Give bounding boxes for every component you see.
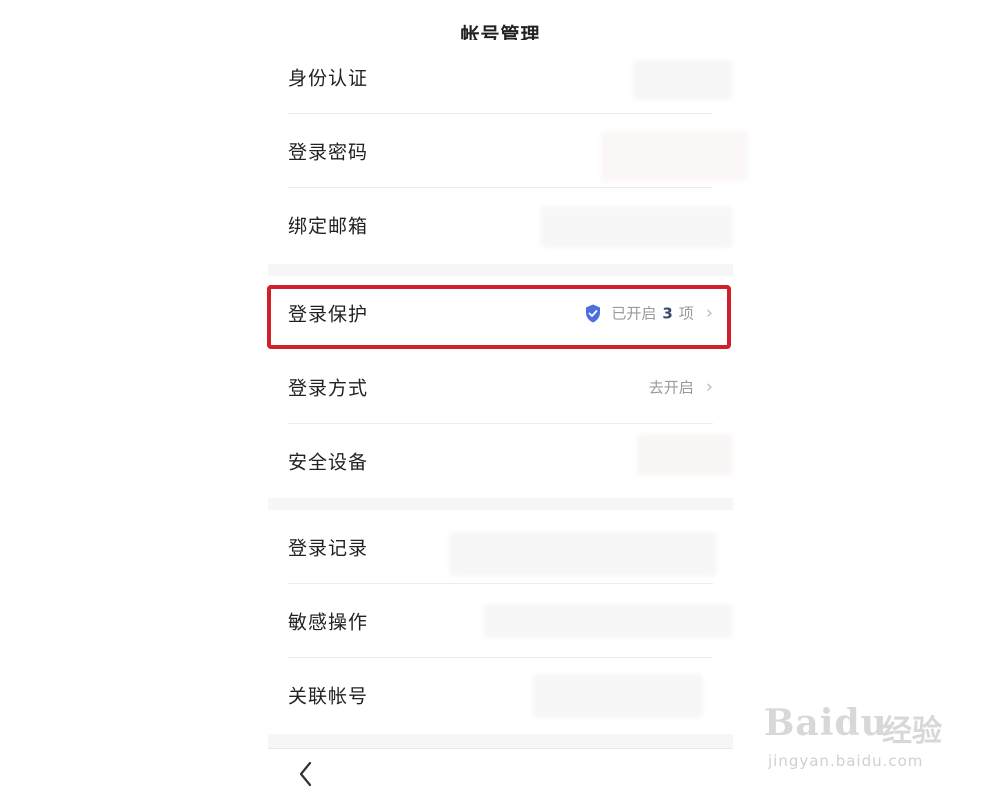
row-label: 登录记录	[288, 537, 369, 560]
row-sensitive-operations[interactable]: 敏感操作	[268, 584, 733, 658]
row-identity-verification[interactable]: 身份认证	[268, 40, 733, 114]
watermark-cn: 经验	[882, 714, 942, 749]
highlight-frame	[267, 285, 731, 349]
row-label: 安全设备	[288, 451, 369, 474]
login-method-status: 去开启 ›	[649, 377, 713, 398]
chevron-right-icon: ›	[705, 376, 713, 397]
redacted-value	[633, 60, 733, 100]
section-gap	[268, 734, 733, 748]
watermark-brand: Baidu	[764, 702, 888, 744]
row-login-password[interactable]: 登录密码	[268, 114, 747, 188]
row-label: 身份认证	[288, 67, 369, 90]
row-login-records[interactable]: 登录记录	[268, 510, 733, 584]
chevron-left-icon[interactable]	[294, 759, 318, 789]
watermark-url: jingyan.baidu.com	[768, 752, 924, 770]
row-login-method[interactable]: 登录方式 去开启 ›	[268, 350, 733, 424]
redacted-value	[533, 674, 703, 718]
bottom-nav-bar	[268, 748, 733, 801]
row-label: 登录密码	[288, 141, 369, 164]
settings-group-basic: 身份认证 登录密码 绑定邮箱	[268, 40, 747, 264]
section-gap	[268, 498, 733, 510]
status-text: 去开启	[648, 378, 694, 397]
redacted-value	[637, 434, 733, 476]
row-label: 登录方式	[288, 377, 369, 400]
row-label: 关联帐号	[288, 685, 369, 708]
row-label: 绑定邮箱	[288, 215, 369, 238]
row-security-device[interactable]: 安全设备	[268, 424, 733, 498]
row-bind-email[interactable]: 绑定邮箱	[268, 188, 733, 262]
baidu-jingyan-watermark: Baidu 经验 jingyan.baidu.com	[764, 690, 964, 780]
redacted-value	[541, 206, 733, 248]
redacted-value	[483, 604, 733, 638]
row-label: 敏感操作	[288, 611, 369, 634]
redacted-value	[601, 130, 747, 182]
settings-group-records: 登录记录 敏感操作 关联帐号	[268, 510, 733, 734]
section-gap	[268, 264, 733, 276]
row-linked-accounts[interactable]: 关联帐号	[268, 658, 733, 732]
account-management-screen: 帐号管理 身份认证 登录密码 绑定邮箱 登录保护 已开启 3 项 › 登录方式 …	[268, 0, 747, 801]
redacted-value	[449, 532, 717, 576]
